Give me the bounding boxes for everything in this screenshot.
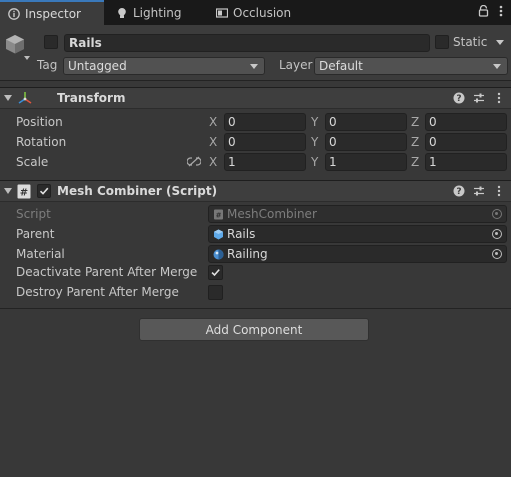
script-value: MeshCombiner	[227, 207, 317, 221]
position-x-field[interactable]: 0	[224, 113, 306, 131]
transform-header[interactable]: Transform ?	[0, 87, 511, 109]
help-icon[interactable]: ?	[453, 92, 465, 104]
parent-field[interactable]: Rails	[208, 225, 507, 243]
unlink-icon[interactable]	[186, 156, 202, 170]
component-title: Transform	[57, 91, 126, 105]
tab-label: Occlusion	[233, 5, 292, 20]
tab-bar-controls	[478, 0, 511, 25]
component-enabled-checkbox[interactable]	[37, 184, 51, 198]
more-options-icon[interactable]	[499, 5, 503, 20]
object-name-field[interactable]: Rails	[64, 34, 430, 52]
destroy-parent-checkbox[interactable]	[208, 285, 223, 300]
lightbulb-icon	[116, 7, 128, 19]
chevron-down-icon	[250, 64, 258, 69]
material-sphere-icon	[213, 249, 224, 260]
layer-dropdown[interactable]: Default	[314, 57, 508, 75]
tag-dropdown[interactable]: Untagged	[63, 57, 265, 75]
tab-bar: Inspector Lighting Occlusion	[0, 0, 511, 25]
axis-y-label[interactable]: Y	[311, 135, 318, 149]
script-label: Script	[16, 207, 51, 221]
transform-icon	[17, 91, 33, 109]
script-hash-icon: #	[17, 184, 31, 202]
tab-inspector[interactable]: Inspector	[0, 0, 104, 25]
tab-label: Inspector	[25, 6, 81, 21]
position-z-field[interactable]: 0	[425, 113, 507, 131]
object-picker-icon[interactable]	[492, 249, 502, 259]
foldout-arrow-icon[interactable]	[4, 95, 12, 101]
material-field[interactable]: Railing	[208, 245, 507, 263]
axis-z-label[interactable]: Z	[411, 155, 419, 169]
rotation-z-field[interactable]: 0	[425, 133, 507, 151]
preset-sliders-icon[interactable]	[473, 92, 485, 104]
gameobject-cube-icon	[213, 229, 224, 240]
svg-text:#: #	[216, 211, 222, 219]
material-value: Railing	[227, 247, 268, 261]
object-header: Rails Static Tag Untagged Layer Default	[0, 25, 511, 81]
kebab-menu-icon[interactable]	[493, 92, 505, 104]
kebab-menu-icon[interactable]	[493, 185, 505, 197]
position-label: Position	[16, 115, 63, 129]
axis-y-label[interactable]: Y	[311, 115, 318, 129]
script-field: # MeshCombiner	[208, 205, 507, 223]
deactivate-parent-label: Deactivate Parent After Merge	[16, 265, 198, 279]
axis-y-label[interactable]: Y	[311, 155, 318, 169]
axis-z-label[interactable]: Z	[411, 115, 419, 129]
axis-x-label[interactable]: X	[209, 155, 217, 169]
tag-value: Untagged	[68, 59, 127, 73]
chevron-down-icon	[493, 64, 501, 69]
tab-label: Lighting	[133, 5, 182, 20]
info-icon	[8, 7, 20, 20]
object-picker-icon[interactable]	[492, 229, 502, 239]
rotation-y-field[interactable]: 0	[325, 133, 407, 151]
tag-label: Tag	[37, 58, 58, 72]
object-picker-icon	[492, 209, 502, 219]
parent-value: Rails	[227, 227, 256, 241]
help-icon[interactable]: ?	[453, 185, 465, 197]
foldout-arrow-icon[interactable]	[4, 188, 12, 194]
rotation-x-field[interactable]: 0	[224, 133, 306, 151]
component-title: Mesh Combiner (Script)	[57, 184, 218, 198]
axis-x-label[interactable]: X	[209, 115, 217, 129]
lock-icon[interactable]	[478, 4, 489, 20]
scale-y-field[interactable]: 1	[325, 153, 407, 171]
divider	[0, 308, 511, 309]
layer-value: Default	[319, 59, 363, 73]
axis-x-label[interactable]: X	[209, 135, 217, 149]
layer-label: Layer	[279, 58, 313, 72]
scale-z-field[interactable]: 1	[425, 153, 507, 171]
axis-z-label[interactable]: Z	[411, 135, 419, 149]
active-checkbox[interactable]	[44, 35, 58, 49]
svg-text:#: #	[20, 188, 28, 199]
position-y-field[interactable]: 0	[325, 113, 407, 131]
tab-occlusion[interactable]: Occlusion	[208, 0, 318, 25]
svg-text:?: ?	[456, 187, 461, 197]
tab-lighting[interactable]: Lighting	[108, 0, 206, 25]
gameobject-cube-icon	[4, 33, 26, 60]
preset-sliders-icon[interactable]	[473, 185, 485, 197]
rotation-label: Rotation	[16, 135, 67, 149]
material-label: Material	[16, 247, 65, 261]
svg-text:?: ?	[456, 94, 461, 104]
static-label: Static	[453, 35, 488, 49]
destroy-parent-label: Destroy Parent After Merge	[16, 285, 179, 299]
parent-label: Parent	[16, 227, 55, 241]
script-file-icon: #	[213, 209, 224, 220]
mesh-combiner-header[interactable]: # Mesh Combiner (Script) ?	[0, 180, 511, 202]
static-dropdown-icon[interactable]	[496, 40, 504, 45]
chevron-down-icon[interactable]	[24, 56, 30, 60]
deactivate-parent-checkbox[interactable]	[208, 265, 223, 280]
scale-x-field[interactable]: 1	[224, 153, 306, 171]
scale-label: Scale	[16, 155, 49, 169]
static-checkbox[interactable]	[435, 35, 449, 49]
occlusion-icon	[216, 7, 228, 19]
add-component-button[interactable]: Add Component	[139, 318, 369, 341]
